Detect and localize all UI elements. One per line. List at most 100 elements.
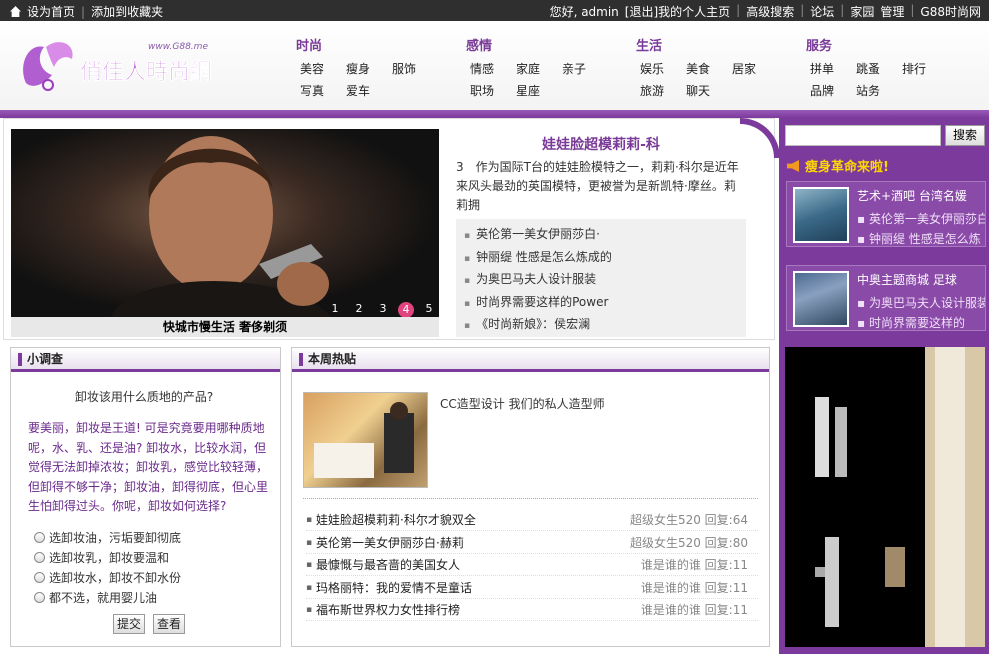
hot-post-title[interactable]: 最慷慨与最吝啬的美国女人 [306, 554, 460, 576]
search-button[interactable]: 搜索 [945, 125, 985, 146]
logo-url: www.G88.me [148, 42, 208, 52]
slide-page-button[interactable]: 1 [326, 302, 344, 316]
news-item-label: 《时尚新娘》：侯宏澜 [476, 317, 591, 331]
user-menu-link[interactable]: 论坛 [810, 3, 834, 20]
news-item[interactable]: 《时尚新娘》：侯宏澜 [464, 315, 738, 338]
slide-page-button[interactable]: 5 [420, 302, 438, 316]
nav-link[interactable]: 居家 [732, 60, 778, 77]
nav-link[interactable]: 星座 [516, 82, 562, 99]
nav-row: 娱乐 美食 居家 [640, 60, 778, 77]
nav-link[interactable]: 职场 [470, 82, 516, 99]
hot-feature-image[interactable] [303, 392, 428, 488]
hero-caption[interactable]: 快城市慢生活 奢侈剃须 [11, 317, 439, 337]
nav-link[interactable]: 情感 [470, 60, 516, 77]
promo-card-title[interactable]: 中奥主题商城 足球 [857, 271, 957, 288]
nav-group-title[interactable]: 生活 [636, 35, 778, 54]
user-menu-link[interactable]: [退出]我的个人主页 [625, 3, 730, 20]
hot-post-title[interactable]: 英伦第一美女伊丽莎白·赫莉 [306, 532, 464, 554]
hero-slideshow-image[interactable] [11, 129, 439, 317]
promo-heading[interactable]: 瘦身革命来啦! [787, 156, 889, 175]
user-menu-link[interactable]: G88时尚网 [920, 3, 981, 20]
slideshow-pager: 12345 [326, 302, 438, 318]
news-item-label: 时尚界需要这样的Power [476, 294, 609, 309]
nav-link[interactable]: 亲子 [562, 60, 608, 77]
hot-post-title[interactable]: 娃娃脸超模莉莉·科尔才貌双全 [306, 509, 476, 531]
user-menu-link[interactable]: 管理 [880, 3, 904, 20]
separator: | [800, 3, 805, 17]
hot-post-title[interactable]: 福布斯世界权力女性排行榜 [306, 599, 460, 621]
hot-post-title[interactable]: 玛格丽特：我的爱情不是童话 [306, 577, 472, 599]
radio-button[interactable] [34, 572, 45, 583]
user-menu-link[interactable]: 高级搜索 [746, 3, 794, 20]
featured-headline[interactable]: 娃娃脸超模莉莉-科 [456, 134, 746, 154]
news-item[interactable]: 为奥巴马夫人设计服装 [464, 270, 738, 293]
post-author[interactable]: 谁是谁的谁 [641, 558, 701, 572]
post-author[interactable]: 谁是谁的谁 [641, 581, 701, 595]
nav-group: 感情情感 家庭 亲子职场 星座 [466, 35, 608, 104]
user-menu-link[interactable]: 您好, admin [550, 3, 619, 20]
promo-link[interactable]: 为奥巴马夫人设计服装 [857, 294, 985, 311]
slide-page-button[interactable]: 2 [350, 302, 368, 316]
slide-page-button[interactable]: 3 [374, 302, 392, 316]
set-homepage-link[interactable]: 设为首页 [27, 3, 75, 20]
submit-button[interactable]: 提交 [113, 614, 145, 634]
nav-link[interactable]: 服饰 [392, 60, 438, 77]
nav-link[interactable]: 瘦身 [346, 60, 392, 77]
news-list: 英伦第一美女伊丽莎白· 钟丽缇 性感是怎么炼成的为奥巴马夫人设计服装时尚界需要这样… [456, 219, 746, 337]
promo-card: 艺术+酒吧 台湾名媛 英伦第一美女伊丽莎白 钟丽缇 性感是怎么炼 [786, 181, 986, 247]
news-item[interactable]: 钟丽缇 性感是怎么炼成的 [464, 248, 738, 271]
nav-group-title[interactable]: 时尚 [296, 35, 438, 54]
nav-link[interactable]: 聊天 [686, 82, 732, 99]
promo-card: 中奥主题商城 足球 为奥巴马夫人设计服装 时尚界需要这样的 [786, 265, 986, 331]
poll-option-label: 选卸妆乳，卸妆要温和 [49, 551, 170, 565]
promo-thumbnail[interactable] [793, 187, 849, 243]
search-input[interactable] [785, 125, 941, 146]
promo-card-title[interactable]: 艺术+酒吧 台湾名媛 [857, 187, 967, 204]
nav-group-title[interactable]: 服务 [806, 35, 948, 54]
slide-page-button[interactable]: 4 [398, 302, 414, 318]
radio-button[interactable] [34, 552, 45, 563]
promo-link[interactable]: 钟丽缇 性感是怎么炼 [857, 230, 985, 247]
reply-count: 回复:11 [704, 603, 748, 617]
nav-link[interactable]: 家庭 [516, 60, 562, 77]
post-author[interactable]: 谁是谁的谁 [641, 603, 701, 617]
nav-link[interactable]: 拼单 [810, 60, 856, 77]
radio-button[interactable] [34, 592, 45, 603]
hot-feature-caption[interactable]: CC造型设计 我们的私人造型师 [440, 395, 605, 412]
hot-posts-title: 本周热贴 [292, 348, 769, 372]
news-item[interactable]: 英伦第一美女伊丽莎白· [464, 225, 738, 248]
nav-group-title[interactable]: 感情 [466, 35, 608, 54]
nav-link[interactable]: 品牌 [810, 82, 856, 99]
add-favorites-link[interactable]: 添加到收藏夹 [91, 3, 163, 20]
nav-link[interactable]: 排行 [902, 60, 948, 77]
nav-link[interactable]: 跳蚤 [856, 60, 902, 77]
radio-button[interactable] [34, 532, 45, 543]
nav-link[interactable]: 写真 [300, 82, 346, 99]
poll-option[interactable]: 都不选，就用婴儿油 [34, 589, 157, 606]
nav-link[interactable]: 爱车 [346, 82, 392, 99]
poll-option[interactable]: 选卸妆油，污垢要卸彻底 [34, 529, 181, 546]
nav-link[interactable]: 旅游 [640, 82, 686, 99]
home-icon[interactable] [10, 6, 21, 17]
news-item[interactable]: 时尚界需要这样的Power [464, 293, 738, 316]
promo-link[interactable]: 英伦第一美女伊丽莎白 [857, 210, 985, 227]
promo-link[interactable]: 时尚界需要这样的 [857, 314, 985, 331]
poll-option[interactable]: 选卸妆水，卸妆不卸水份 [34, 569, 181, 586]
nav-link[interactable]: 娱乐 [640, 60, 686, 77]
logo-text: 俏佳人時尚網 [80, 59, 212, 85]
post-author[interactable]: 超级女生520 [630, 536, 701, 550]
user-menu-link[interactable]: 家园 [850, 3, 874, 20]
nav-link[interactable]: 美食 [686, 60, 732, 77]
promo-thumbnail[interactable] [793, 271, 849, 327]
poll-option-label: 选卸妆水，卸妆不卸水份 [49, 571, 182, 585]
poll-option[interactable]: 选卸妆乳，卸妆要温和 [34, 549, 169, 566]
video-advertisement[interactable] [785, 347, 985, 647]
site-logo[interactable]: www.G88.me 俏佳人時尚網 [18, 35, 233, 97]
post-author[interactable]: 超级女生520 [630, 513, 701, 527]
view-results-button[interactable]: 查看 [153, 614, 185, 634]
reply-count: 回复:64 [704, 513, 748, 527]
nav-link[interactable]: 美容 [300, 60, 346, 77]
hot-post-row: 福布斯世界权力女性排行榜 谁是谁的谁 回复:11 [306, 599, 758, 621]
poll-option-label: 都不选，就用婴儿油 [49, 591, 158, 605]
nav-link[interactable]: 站务 [856, 82, 902, 99]
